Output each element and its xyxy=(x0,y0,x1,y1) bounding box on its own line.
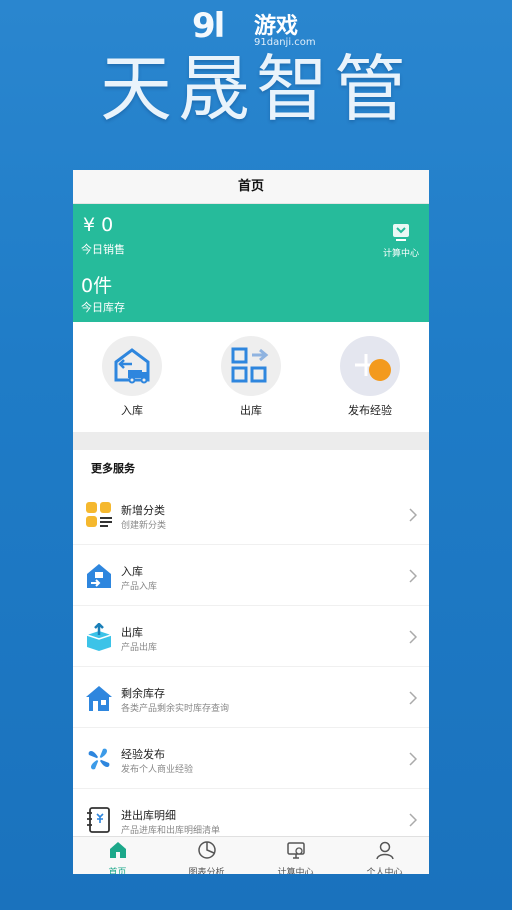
quick-action-publish[interactable]: 发布经验 xyxy=(335,336,405,418)
list-item-new-category[interactable]: 新增分类 创建新分类 xyxy=(73,484,429,545)
ledger-icon xyxy=(87,807,110,833)
hero-title: 天晟智管 xyxy=(99,47,412,131)
monitor-icon xyxy=(286,842,305,859)
pie-chart-icon xyxy=(197,841,216,859)
services-list: 更多服务 新增分类 创建新分类 入库 产品入库 出库 产品出库 剩余库存 各类产… xyxy=(73,450,429,850)
chevron-right-icon xyxy=(409,508,417,522)
quick-action-inbound[interactable]: 入库 xyxy=(97,336,167,418)
list-item-subtitle: 各类产品剩余实时库存查询 xyxy=(121,704,230,714)
list-item-subtitle: 发布个人商业经验 xyxy=(121,765,194,775)
chevron-right-icon xyxy=(409,630,417,644)
list-item-outbound[interactable]: 出库 产品出库 xyxy=(73,606,429,667)
app-screen: 首页 ¥ 0 今日销售 0件 今日库存 计算中心 入库 出库 发布经验 更多服务… xyxy=(73,170,429,874)
quick-action-outbound[interactable]: 出库 xyxy=(216,336,286,418)
list-item-inbound[interactable]: 入库 产品入库 xyxy=(73,545,429,606)
chevron-right-icon xyxy=(409,752,417,766)
list-item-subtitle: 产品进库和出库明细清单 xyxy=(121,826,221,836)
list-item-publish-experience[interactable]: 经验发布 发布个人商业经验 xyxy=(73,728,429,789)
list-item-title: 剩余库存 xyxy=(121,687,165,700)
tab-chart-analysis[interactable]: 图表分析 xyxy=(162,837,251,874)
tab-calc-center-label: 计算中心 xyxy=(277,868,314,874)
list-item-title: 新增分类 xyxy=(121,504,165,517)
calc-center-button[interactable]: 计算中心 xyxy=(381,222,421,259)
box-out-icon xyxy=(86,623,112,651)
add-publish-icon xyxy=(355,354,391,381)
list-item-remaining-stock[interactable]: 剩余库存 各类产品剩余实时库存查询 xyxy=(73,667,429,728)
grid-arrow-icon xyxy=(231,347,269,383)
list-item-title: 出库 xyxy=(121,626,143,639)
list-item-subtitle: 创建新分类 xyxy=(121,521,167,531)
quick-action-outbound-label: 出库 xyxy=(240,404,262,417)
category-icon xyxy=(86,502,112,527)
tab-personal-center-label: 个人中心 xyxy=(366,868,403,874)
tab-personal-center[interactable]: 个人中心 xyxy=(340,837,429,874)
tab-home-label: 首页 xyxy=(108,868,127,874)
warehouse-truck-icon xyxy=(114,348,150,384)
list-item-title: 入库 xyxy=(121,565,143,578)
tab-chart-analysis-label: 图表分析 xyxy=(188,868,225,874)
stock-count: 0件 xyxy=(81,275,113,297)
house-in-icon xyxy=(87,564,111,588)
bottom-tab-bar: 首页 图表分析 计算中心 个人中心 xyxy=(73,836,429,874)
list-item-title: 经验发布 xyxy=(121,748,165,761)
home-stock-icon xyxy=(86,686,112,711)
page-title: 首页 xyxy=(73,170,429,204)
section-divider xyxy=(73,432,429,450)
list-item-subtitle: 产品出库 xyxy=(121,643,158,653)
calculator-icon xyxy=(393,224,409,241)
pinwheel-icon xyxy=(88,748,110,770)
user-icon xyxy=(375,841,394,860)
services-title: 更多服务 xyxy=(91,462,135,475)
stock-label: 今日库存 xyxy=(81,301,125,314)
chevron-right-icon xyxy=(409,691,417,705)
stats-banner: ¥ 0 今日销售 0件 今日库存 计算中心 xyxy=(73,204,429,322)
chevron-right-icon xyxy=(409,569,417,583)
tab-home[interactable]: 首页 xyxy=(73,837,162,874)
sales-amount: ¥ 0 xyxy=(83,214,114,236)
tab-calc-center[interactable]: 计算中心 xyxy=(251,837,340,874)
calc-center-label: 计算中心 xyxy=(382,249,419,259)
quick-action-inbound-label: 入库 xyxy=(121,404,143,417)
list-item-title: 进出库明细 xyxy=(121,809,176,822)
sales-label: 今日销售 xyxy=(81,243,125,256)
quick-action-publish-label: 发布经验 xyxy=(348,404,392,417)
list-item-subtitle: 产品入库 xyxy=(121,582,158,592)
quick-actions: 入库 出库 发布经验 xyxy=(73,322,429,432)
chevron-right-icon xyxy=(409,813,417,827)
home-icon xyxy=(109,842,126,858)
